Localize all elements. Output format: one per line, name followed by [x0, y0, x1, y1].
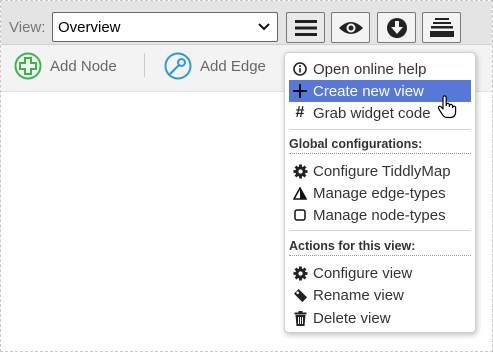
action-divider [144, 53, 145, 77]
gear-icon [292, 163, 308, 179]
menu-item-delete-view[interactable]: Delete view [289, 307, 471, 329]
menu-divider [289, 129, 471, 130]
add-node-label: Add Node [50, 57, 117, 75]
plus-icon [293, 84, 307, 98]
global-config-header: Global configurations: [289, 137, 471, 154]
menu-item-manage-edge-types[interactable]: Manage edge-types [289, 182, 471, 204]
gear-icon [292, 265, 308, 281]
menu-item-rename-view[interactable]: Rename view [289, 284, 471, 306]
menu-item-label: Configure TiddlyMap [313, 162, 451, 180]
edge-icon [164, 52, 192, 80]
triangle-icon [293, 186, 307, 200]
menu-item-label: Rename view [313, 286, 404, 304]
menu-item-configure-view[interactable]: Configure view [289, 262, 471, 284]
view-toolbar: View: Overview [1, 1, 492, 45]
menu-item-label: Configure view [313, 264, 413, 282]
menu-item-label: Manage node-types [313, 206, 446, 224]
add-node-button[interactable]: Add Node [14, 52, 117, 80]
menu-item-label: Grab widget code [313, 104, 431, 122]
menu-item-label: Create new view [313, 82, 424, 100]
stack-icon [429, 17, 454, 37]
add-edge-button[interactable]: Add Edge [164, 52, 266, 80]
menu-item-label: Delete view [313, 309, 391, 327]
menu-button[interactable] [286, 12, 325, 43]
view-toggle-button[interactable] [331, 12, 370, 43]
menu-item-label: Open online help [313, 60, 427, 78]
menu-item-manage-node-types[interactable]: Manage node-types [289, 204, 471, 226]
menu-divider [289, 230, 471, 231]
view-label: View: [9, 19, 46, 36]
tag-icon [293, 288, 307, 302]
download-icon [386, 17, 407, 38]
menu-item-label: Manage edge-types [313, 184, 446, 202]
menu-item-open-help[interactable]: Open online help [289, 58, 471, 80]
hand-cursor-icon [437, 95, 457, 119]
hash-icon: # [295, 104, 305, 121]
view-actions-header: Actions for this view: [289, 239, 471, 256]
eye-icon [338, 21, 363, 34]
info-icon [293, 62, 307, 76]
square-icon [294, 209, 306, 221]
chevron-down-icon [258, 23, 270, 31]
view-select-value: Overview [58, 19, 121, 36]
stack-button[interactable] [422, 12, 461, 43]
plus-circle-icon [14, 52, 42, 80]
add-edge-label: Add Edge [200, 57, 266, 75]
menu-icon [294, 19, 317, 36]
trash-icon [294, 310, 306, 326]
view-select[interactable]: Overview [52, 12, 278, 42]
menu-item-configure-tiddlymap[interactable]: Configure TiddlyMap [289, 160, 471, 182]
download-button[interactable] [377, 12, 416, 43]
